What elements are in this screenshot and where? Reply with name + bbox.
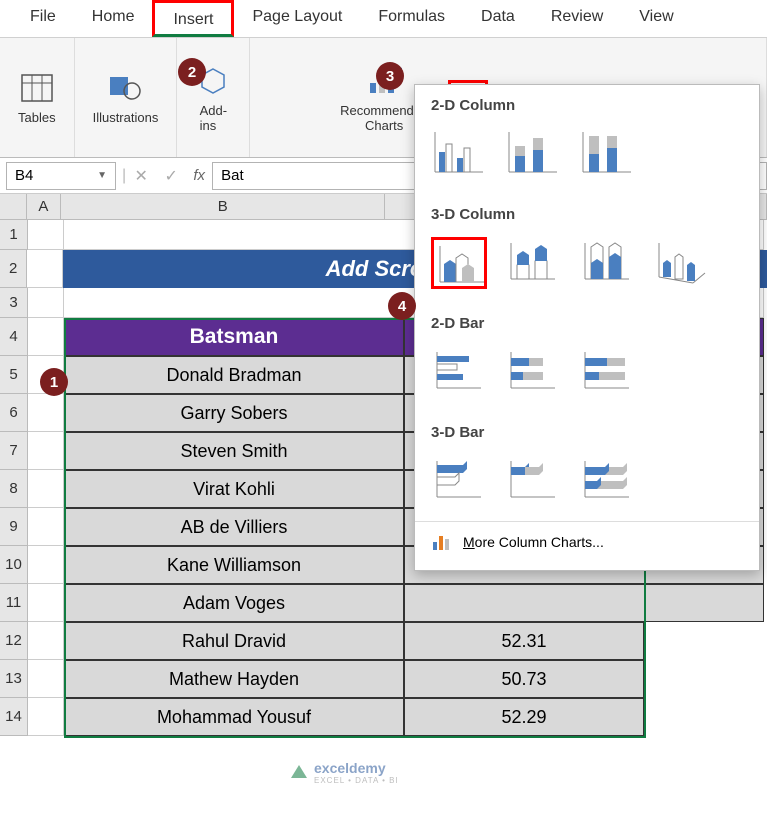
- col-header-a[interactable]: A: [27, 194, 61, 219]
- tables-label: Tables: [18, 110, 56, 125]
- ribbon-tabs: File Home Insert Page Layout Formulas Da…: [0, 0, 767, 38]
- cell-a11[interactable]: [28, 584, 64, 622]
- tab-data[interactable]: Data: [463, 0, 533, 37]
- fx-button[interactable]: fx: [186, 167, 212, 184]
- row-header-2[interactable]: 2: [0, 250, 27, 288]
- col-header-b[interactable]: B: [61, 194, 385, 219]
- cell-a8[interactable]: [28, 470, 64, 508]
- enter-icon[interactable]: ✓: [156, 166, 186, 186]
- tab-page-layout[interactable]: Page Layout: [234, 0, 360, 37]
- table-row[interactable]: [404, 584, 764, 622]
- clustered-bar-3d[interactable]: [431, 455, 487, 507]
- clustered-column-2d[interactable]: [431, 128, 487, 180]
- stacked-column-100-2d[interactable]: [579, 128, 635, 180]
- name-box[interactable]: B4 ▼: [6, 162, 116, 190]
- group-illustrations: Illustrations: [75, 38, 178, 157]
- cell-a3[interactable]: [28, 288, 64, 318]
- row-header-5[interactable]: 5: [0, 356, 28, 394]
- cancel-icon[interactable]: ✕: [126, 166, 156, 186]
- chevron-down-icon: ▼: [97, 170, 107, 181]
- dd-section-3d-bar: 3-D Bar: [415, 412, 759, 447]
- name-box-value: B4: [15, 167, 33, 184]
- stacked-column-2d[interactable]: [505, 128, 561, 180]
- table-row[interactable]: Donald Bradman: [64, 356, 404, 394]
- table-row[interactable]: Steven Smith: [64, 432, 404, 470]
- row-header-13[interactable]: 13: [0, 660, 28, 698]
- tab-home[interactable]: Home: [74, 0, 153, 37]
- table-row[interactable]: 50.73: [404, 660, 644, 698]
- row-header-14[interactable]: 14: [0, 698, 28, 736]
- row-header-1[interactable]: 1: [0, 220, 28, 250]
- table-row[interactable]: Virat Kohli: [64, 470, 404, 508]
- tables-button[interactable]: Tables: [10, 66, 64, 129]
- row-header-11[interactable]: 11: [0, 584, 28, 622]
- cell-a10[interactable]: [28, 546, 64, 584]
- more-column-charts-link[interactable]: More Column Charts...: [415, 521, 759, 562]
- cell-a12[interactable]: [28, 622, 64, 660]
- cell-a4[interactable]: [28, 318, 64, 356]
- clustered-bar-2d[interactable]: [431, 346, 487, 398]
- table-row[interactable]: Adam Voges: [64, 584, 404, 622]
- cell-a2[interactable]: [27, 250, 62, 288]
- cell-a9[interactable]: [28, 508, 64, 546]
- table-header-batsman[interactable]: Batsman: [64, 318, 404, 356]
- table-row[interactable]: Mathew Hayden: [64, 660, 404, 698]
- illustrations-label: Illustrations: [93, 110, 159, 125]
- clustered-column-3d[interactable]: [431, 237, 487, 289]
- dd-section-2d-bar: 2-D Bar: [415, 303, 759, 338]
- table-icon: [19, 70, 55, 106]
- cell-a13[interactable]: [28, 660, 64, 698]
- row-header-6[interactable]: 6: [0, 394, 28, 432]
- addins-label: Add- ins: [200, 103, 227, 133]
- column-chart-dropdown-panel: 2-D Column 3-D Column 2-D Bar 3-D Bar Mo…: [414, 84, 760, 571]
- tab-review[interactable]: Review: [533, 0, 621, 37]
- callout-1: 1: [40, 368, 68, 396]
- stacked-bar-100-2d[interactable]: [579, 346, 635, 398]
- table-row[interactable]: Rahul Dravid: [64, 622, 404, 660]
- callout-3: 3: [376, 62, 404, 90]
- row-header-9[interactable]: 9: [0, 508, 28, 546]
- stacked-column-100-3d[interactable]: [579, 237, 635, 289]
- cell-a7[interactable]: [28, 432, 64, 470]
- tab-file[interactable]: File: [12, 0, 74, 37]
- tab-formulas[interactable]: Formulas: [360, 0, 463, 37]
- cell-a14[interactable]: [28, 698, 64, 736]
- group-tables: Tables: [0, 38, 75, 157]
- table-row[interactable]: Mohammad Yousuf: [64, 698, 404, 736]
- dd-section-3d-column: 3-D Column: [415, 194, 759, 229]
- stacked-bar-3d[interactable]: [505, 455, 561, 507]
- illustrations-button[interactable]: Illustrations: [85, 66, 167, 129]
- table-row[interactable]: 52.31: [404, 622, 644, 660]
- column-3d[interactable]: [653, 237, 709, 289]
- select-all-corner[interactable]: [0, 194, 27, 219]
- row-header-3[interactable]: 3: [0, 288, 28, 318]
- row-header-8[interactable]: 8: [0, 470, 28, 508]
- tab-insert[interactable]: Insert: [152, 0, 234, 37]
- column-chart-icon: [431, 532, 453, 552]
- table-row[interactable]: Garry Sobers: [64, 394, 404, 432]
- callout-4: 4: [388, 292, 416, 320]
- row-header-10[interactable]: 10: [0, 546, 28, 584]
- callout-2: 2: [178, 58, 206, 86]
- more-column-charts-label: More Column Charts...: [463, 534, 604, 550]
- row-header-12[interactable]: 12: [0, 622, 28, 660]
- stacked-bar-100-3d[interactable]: [579, 455, 635, 507]
- row-header-7[interactable]: 7: [0, 432, 28, 470]
- watermark: exceldemy EXCEL • DATA • BI: [290, 760, 399, 785]
- stacked-bar-2d[interactable]: [505, 346, 561, 398]
- table-row[interactable]: AB de Villiers: [64, 508, 404, 546]
- group-addins: Add- ins: [177, 38, 250, 157]
- table-row[interactable]: Kane Williamson: [64, 546, 404, 584]
- cell-a6[interactable]: [28, 394, 64, 432]
- stacked-column-3d[interactable]: [505, 237, 561, 289]
- cell-a1[interactable]: [28, 220, 64, 250]
- table-row[interactable]: 52.29: [404, 698, 644, 736]
- shapes-icon: [107, 70, 143, 106]
- dd-section-2d-column: 2-D Column: [415, 85, 759, 120]
- tab-view[interactable]: View: [621, 0, 691, 37]
- row-header-4[interactable]: 4: [0, 318, 28, 356]
